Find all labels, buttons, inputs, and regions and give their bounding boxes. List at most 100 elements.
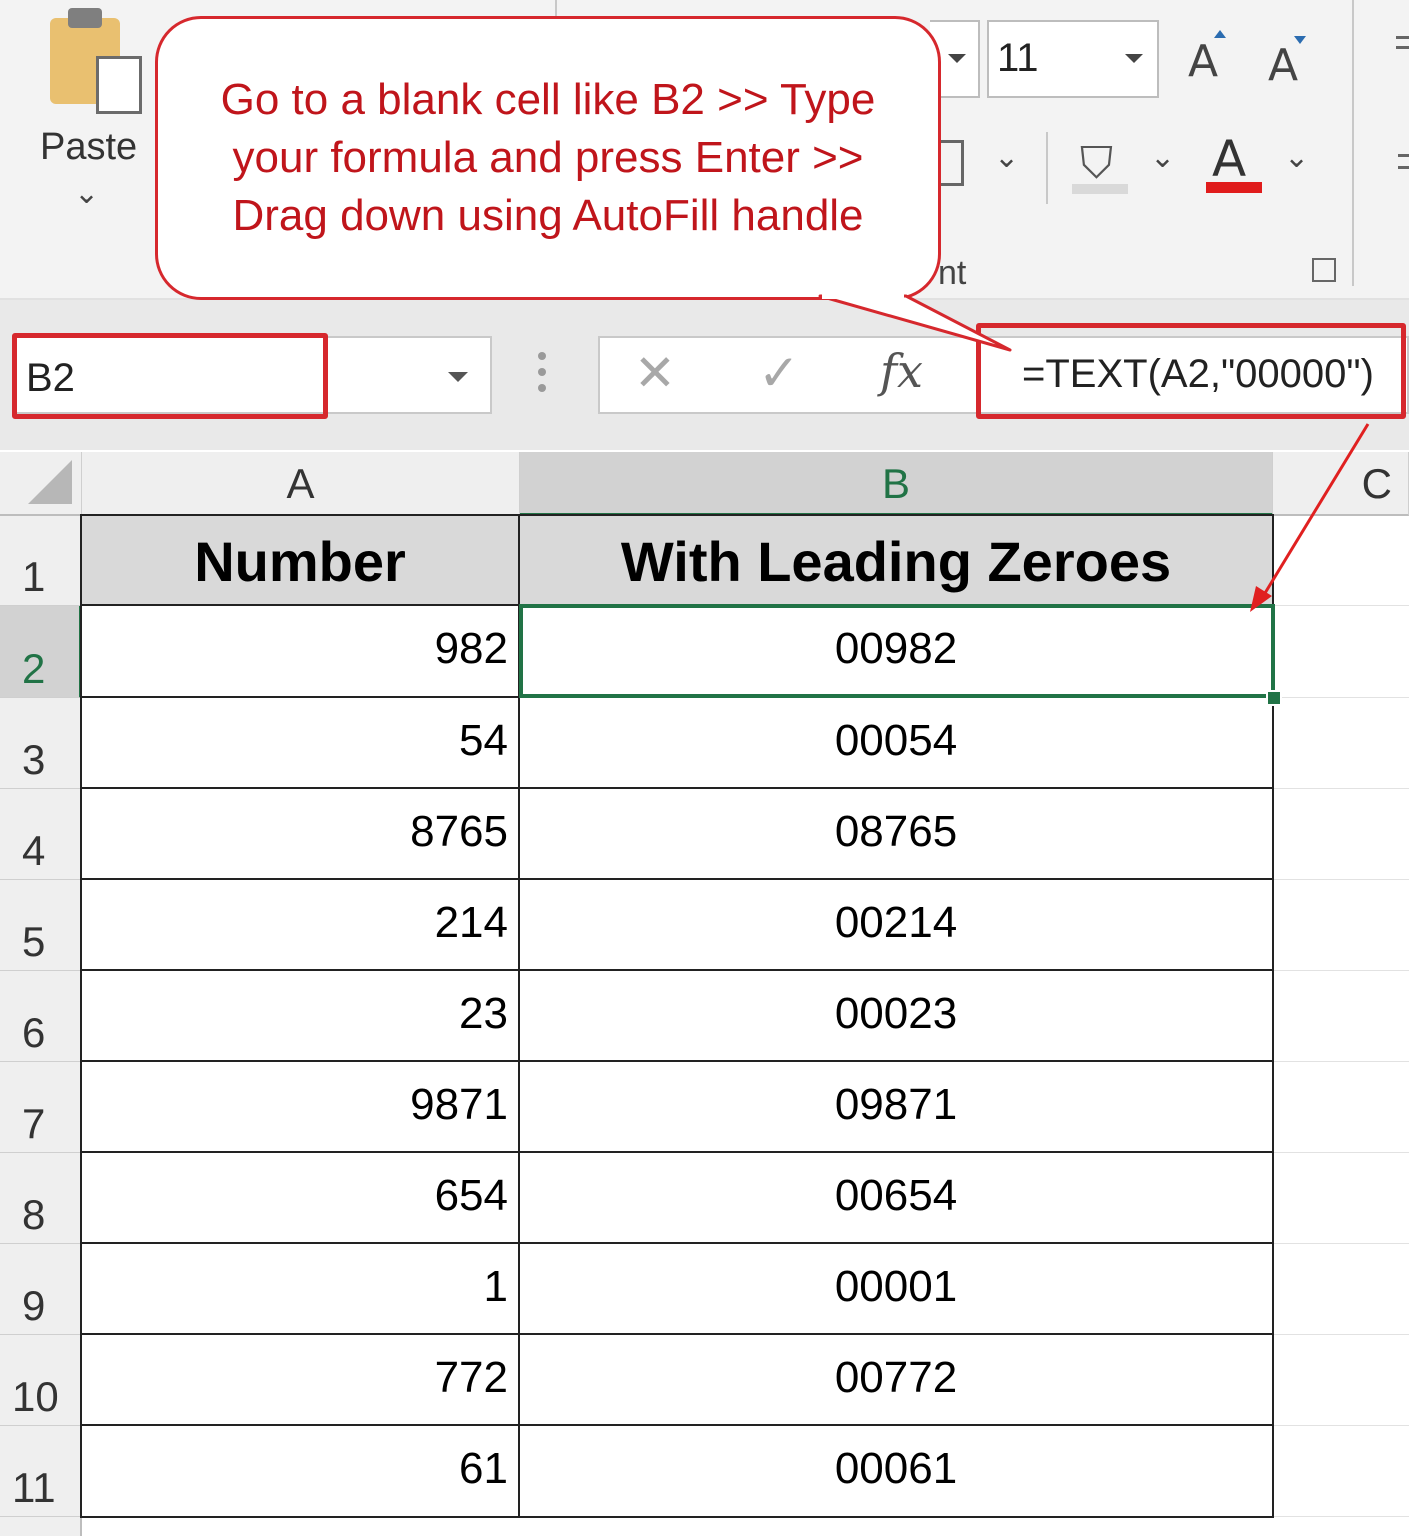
- gridline: [1274, 970, 1409, 971]
- row-header-3[interactable]: 3: [0, 698, 82, 789]
- column-header-a[interactable]: A: [82, 452, 520, 516]
- resize-handle-icon[interactable]: [538, 352, 548, 398]
- gridline: [1274, 1425, 1409, 1426]
- cell-a5[interactable]: 214: [82, 880, 520, 971]
- font-color-icon[interactable]: A: [1212, 130, 1246, 188]
- name-box-highlight: [12, 333, 328, 419]
- column-header-c[interactable]: C: [1273, 452, 1409, 516]
- grow-arrow-icon: [1214, 30, 1226, 38]
- row-header-8[interactable]: 8: [0, 1153, 82, 1244]
- fill-color-bucket-icon[interactable]: ⛉: [1080, 138, 1113, 189]
- cell-b9[interactable]: 00001: [520, 1244, 1274, 1335]
- cell-a8[interactable]: 654: [82, 1153, 520, 1244]
- cell-a2[interactable]: 982: [82, 606, 520, 698]
- fill-color-chevron-down-icon[interactable]: ⌄: [1150, 140, 1175, 175]
- cancel-icon[interactable]: ✕: [634, 344, 676, 402]
- cell-b3[interactable]: 00054: [520, 698, 1274, 789]
- cell-a6[interactable]: 23: [82, 971, 520, 1062]
- gridline: [1274, 879, 1409, 880]
- formula-highlight: [976, 323, 1406, 419]
- cell-a9[interactable]: 1: [82, 1244, 520, 1335]
- decrease-font-size-icon[interactable]: A: [1268, 40, 1298, 91]
- callout-line-1: Go to a blank cell like B2 >> Type: [220, 75, 876, 124]
- cell-b5[interactable]: 00214: [520, 880, 1274, 971]
- cell-b4[interactable]: 08765: [520, 789, 1274, 880]
- gridline: [1274, 1334, 1409, 1335]
- gridline: [1274, 697, 1409, 698]
- shrink-font-letter: A: [1268, 40, 1299, 91]
- font-size-value: 11: [997, 36, 1039, 80]
- cell-b11[interactable]: 00061: [520, 1426, 1274, 1518]
- chevron-down-icon: [948, 54, 966, 63]
- row-number: 4: [22, 827, 46, 874]
- active-cell-selection: [519, 604, 1275, 698]
- row-number: 2: [22, 645, 46, 692]
- cell-b6[interactable]: 00023: [520, 971, 1274, 1062]
- borders-icon[interactable]: [940, 140, 964, 186]
- chevron-down-icon: [1125, 54, 1143, 63]
- ribbon-divider: [555, 0, 557, 16]
- row-number: 1: [22, 553, 46, 600]
- row-header-4[interactable]: 4: [0, 789, 82, 880]
- font-size-dropdown[interactable]: 11: [987, 20, 1159, 98]
- row-header-10[interactable]: 10: [0, 1335, 82, 1426]
- font-color-bar: [1206, 182, 1262, 193]
- cell-a4[interactable]: 8765: [82, 789, 520, 880]
- gridline: [1274, 1516, 1409, 1517]
- row-number: 8: [22, 1191, 46, 1238]
- row-header-11[interactable]: 11: [0, 1426, 82, 1517]
- insert-function-icon[interactable]: fx: [880, 344, 923, 398]
- cell-b10[interactable]: 00772: [520, 1335, 1274, 1426]
- paste-button-label[interactable]: Paste: [40, 126, 137, 169]
- column-header-b[interactable]: B: [520, 452, 1273, 516]
- gridline: [1274, 1061, 1409, 1062]
- borders-chevron-down-icon[interactable]: ⌄: [994, 140, 1019, 175]
- ribbon-divider: [1352, 0, 1354, 286]
- row-header-12[interactable]: [0, 1517, 82, 1536]
- font-group-label: nt: [938, 254, 967, 292]
- shrink-arrow-icon: [1294, 36, 1306, 44]
- page-icon: [96, 56, 142, 114]
- row-header-1[interactable]: 1: [0, 516, 82, 606]
- name-box-chevron-down-icon[interactable]: [448, 372, 468, 382]
- align-icon-2[interactable]: [1398, 154, 1409, 157]
- font-color-letter: A: [1212, 130, 1247, 188]
- increase-font-size-icon[interactable]: A: [1188, 36, 1218, 87]
- cell-a3[interactable]: 54: [82, 698, 520, 789]
- row-header-2[interactable]: 2: [0, 606, 82, 698]
- paste-chevron-down-icon[interactable]: ⌄: [74, 176, 99, 211]
- header-cell-number[interactable]: Number: [82, 516, 520, 606]
- row-number: 10: [12, 1373, 59, 1420]
- row-header-6[interactable]: 6: [0, 971, 82, 1062]
- row-number: 5: [22, 918, 46, 965]
- row-header-9[interactable]: 9: [0, 1244, 82, 1335]
- select-all-icon: [28, 460, 72, 504]
- row-number: 9: [22, 1282, 46, 1329]
- row-number: 7: [22, 1100, 46, 1147]
- cell-b7[interactable]: 09871: [520, 1062, 1274, 1153]
- cell-a7[interactable]: 9871: [82, 1062, 520, 1153]
- enter-icon[interactable]: ✓: [758, 344, 800, 402]
- dialog-launcher-icon[interactable]: [1312, 258, 1336, 282]
- callout-line-3: Drag down using AutoFill handle: [232, 191, 864, 240]
- cell-a11[interactable]: 61: [82, 1426, 520, 1518]
- row-number: 11: [12, 1464, 56, 1511]
- align-icon[interactable]: [1396, 36, 1409, 39]
- gridline: [1274, 788, 1409, 789]
- grow-font-letter: A: [1188, 36, 1219, 87]
- cell-a10[interactable]: 772: [82, 1335, 520, 1426]
- callout-line-2: your formula and press Enter >>: [232, 133, 864, 182]
- gridline: [1274, 1152, 1409, 1153]
- gridline: [1274, 1243, 1409, 1244]
- align-line: [1398, 166, 1409, 169]
- row-number: 3: [22, 736, 46, 783]
- row-header-7[interactable]: 7: [0, 1062, 82, 1153]
- header-cell-leading-zeroes[interactable]: With Leading Zeroes: [520, 516, 1274, 606]
- instruction-callout: Go to a blank cell like B2 >> Type your …: [155, 16, 941, 300]
- row-number: 6: [22, 1009, 46, 1056]
- font-color-chevron-down-icon[interactable]: ⌄: [1284, 140, 1309, 175]
- cell-b8[interactable]: 00654: [520, 1153, 1274, 1244]
- fill-color-bar: [1072, 184, 1128, 194]
- row-header-5[interactable]: 5: [0, 880, 82, 971]
- autofill-handle[interactable]: [1266, 690, 1282, 706]
